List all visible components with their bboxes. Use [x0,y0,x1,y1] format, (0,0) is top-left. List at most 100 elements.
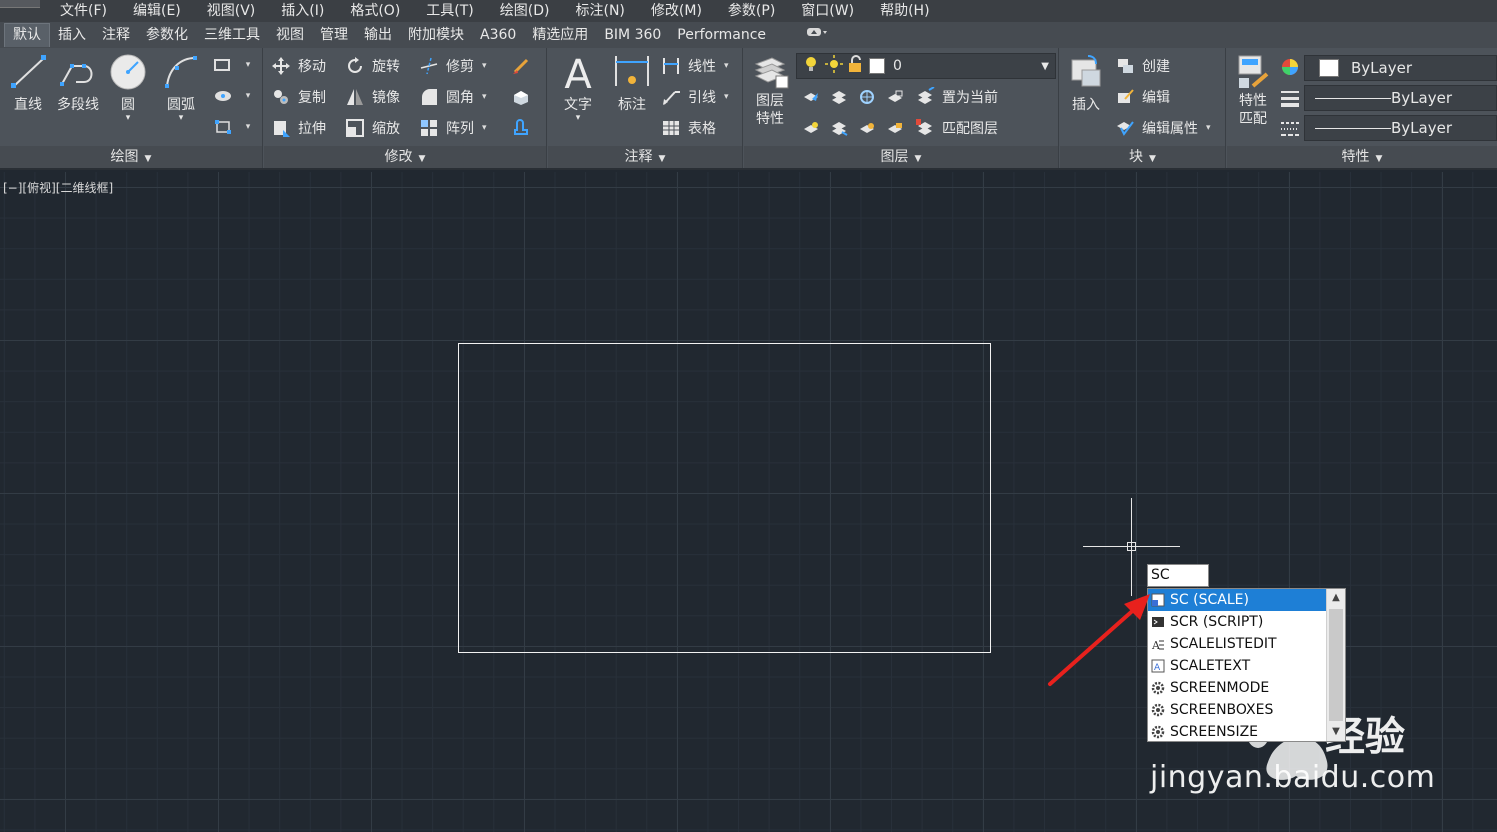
panel-title-block[interactable]: 块 ▼ [1060,146,1225,168]
tab-3d-tools[interactable]: 三维工具 [196,22,268,48]
scroll-down-icon[interactable]: ▼ [1327,723,1345,741]
tab-output[interactable]: 输出 [356,22,400,48]
circle-button[interactable]: 圆 ▾ [102,52,154,123]
text-button[interactable]: A 文字 ▾ [552,52,604,123]
rotate-button[interactable]: 旋转 [344,55,400,77]
copy-button[interactable]: 复制 [270,86,326,108]
scale-button[interactable]: 缩放 [344,117,400,139]
linetype-dropdown[interactable]: ByLayer [1304,115,1497,141]
panel-title-layers[interactable]: 图层 ▼ [744,146,1058,168]
ribbon-minimize-toggle-icon[interactable] [798,22,836,48]
stretch-button[interactable]: 拉伸 [270,117,326,139]
region-tool-icon[interactable] [212,116,234,138]
hatch-dropdown-icon[interactable]: ▾ [237,85,259,107]
menu-modify[interactable]: 修改(M) [645,0,708,22]
table-button[interactable]: 表格 [660,117,716,139]
hatch-tool-icon[interactable] [212,85,234,107]
arc-dropdown-icon[interactable]: ▾ [155,114,207,123]
scrollbar-thumb[interactable] [1329,609,1343,721]
layer-unisolate-icon[interactable] [828,117,850,139]
menu-help[interactable]: 帮助(H) [874,0,935,22]
trim-dropdown-icon[interactable]: ▾ [482,61,487,71]
polyline-button[interactable]: 多段线 [52,52,104,114]
create-block-button[interactable]: 创建 [1114,55,1170,77]
rectangle-dropdown-icon[interactable]: ▾ [237,54,259,76]
region-dropdown-icon[interactable]: ▾ [237,116,259,138]
tab-default[interactable]: 默认 [4,23,50,47]
tab-annotate[interactable]: 注释 [94,22,138,48]
autocomplete-item-screenboxes[interactable]: SCREENBOXES [1148,699,1327,721]
layer-off-icon[interactable] [800,86,822,108]
layer-thaw-icon[interactable] [856,117,878,139]
text-dropdown-icon[interactable]: ▾ [552,114,604,123]
set-current-button[interactable]: 置为当前 [914,86,998,108]
autocomplete-item-screensize[interactable]: SCREENSIZE [1148,721,1327,741]
autocomplete-item-script[interactable]: SCR (SCRIPT) [1148,611,1327,633]
tab-featured-apps[interactable]: 精选应用 [524,22,596,48]
edit-block-button[interactable]: 编辑 [1114,86,1170,108]
edit-attributes-dropdown-icon[interactable]: ▾ [1206,123,1211,133]
layer-freeze-icon[interactable] [856,86,878,108]
match-layer-button[interactable]: 匹配图层 [914,117,998,139]
tab-parametric[interactable]: 参数化 [138,22,196,48]
color-wheel-icon[interactable] [1279,56,1301,78]
menu-tools[interactable]: 工具(T) [420,0,479,22]
autocomplete-item-scalelistedit[interactable]: A SCALELISTEDIT [1148,633,1327,655]
tab-manage[interactable]: 管理 [312,22,356,48]
layer-properties-button[interactable]: 图层 特性 [744,52,796,128]
tab-a360[interactable]: A360 [472,22,524,48]
menu-file[interactable]: 文件(F) [54,0,113,22]
line-button[interactable]: 直线 [2,52,54,114]
menu-format[interactable]: 格式(O) [344,0,406,22]
color-dropdown[interactable]: ByLayer [1304,55,1497,81]
layer-lock-icon[interactable] [884,86,906,108]
offset-button[interactable] [510,117,538,139]
trim-button[interactable]: 修剪 ▾ [418,55,487,77]
dimension-button[interactable]: 标注 [606,52,658,114]
array-button[interactable]: 阵列 ▾ [418,117,487,139]
fillet-dropdown-icon[interactable]: ▾ [482,92,487,102]
arc-button[interactable]: 圆弧 ▾ [155,52,207,123]
menu-parametric[interactable]: 参数(P) [722,0,781,22]
fillet-button[interactable]: 圆角 ▾ [418,86,487,108]
menu-edit[interactable]: 编辑(E) [127,0,187,22]
menu-draw[interactable]: 绘图(D) [494,0,556,22]
tab-performance[interactable]: Performance [669,22,774,48]
tab-insert[interactable]: 插入 [50,22,94,48]
application-button[interactable] [0,0,40,8]
tab-addins[interactable]: 附加模块 [400,22,472,48]
erase-button[interactable] [510,55,538,77]
circle-dropdown-icon[interactable]: ▾ [102,114,154,123]
menu-window[interactable]: 窗口(W) [795,0,860,22]
menu-insert[interactable]: 插入(I) [275,0,330,22]
autocomplete-item-scaletext[interactable]: A SCALETEXT [1148,655,1327,677]
tab-bim360[interactable]: BIM 360 [596,22,669,48]
drawing-canvas[interactable]: [−][俯视][二维线框] 经验 jingyan.baidu.com SC SC… [0,172,1497,832]
mirror-button[interactable]: 镜像 [344,86,400,108]
lineweight-icon[interactable] [1279,87,1301,109]
leader-button[interactable]: 引线 ▾ [660,86,729,108]
leader-dropdown-icon[interactable]: ▾ [724,92,729,102]
linetype-icon[interactable] [1279,118,1301,140]
drawn-rectangle[interactable] [458,343,991,653]
explode-button[interactable] [510,86,538,108]
panel-title-annotation[interactable]: 注释 ▼ [548,146,742,168]
edit-attributes-button[interactable]: 编辑属性 ▾ [1114,117,1211,139]
panel-title-properties[interactable]: 特性 ▼ [1227,146,1497,168]
layer-dropdown[interactable]: 0 ▼ [796,53,1056,79]
viewport-controls-label[interactable]: [−][俯视][二维线框] [3,179,113,196]
lineweight-dropdown[interactable]: ByLayer [1304,85,1497,111]
move-button[interactable]: 移动 [270,55,326,77]
linear-dim-button[interactable]: 线性 ▾ [660,55,729,77]
layer-unlock-icon[interactable] [884,117,906,139]
layer-isolate-icon[interactable] [828,86,850,108]
autocomplete-item-scale[interactable]: SC (SCALE) [1148,589,1327,611]
panel-title-modify[interactable]: 修改 ▼ [264,146,546,168]
panel-title-draw[interactable]: 绘图 ▼ [0,146,262,168]
menu-dimension[interactable]: 标注(N) [570,0,631,22]
layer-on-icon[interactable] [800,117,822,139]
autocomplete-item-screenmode[interactable]: SCREENMODE [1148,677,1327,699]
insert-block-button[interactable]: 插入 [1060,52,1112,114]
autocomplete-scrollbar[interactable]: ▲ ▼ [1326,589,1345,741]
scroll-up-icon[interactable]: ▲ [1327,589,1345,607]
